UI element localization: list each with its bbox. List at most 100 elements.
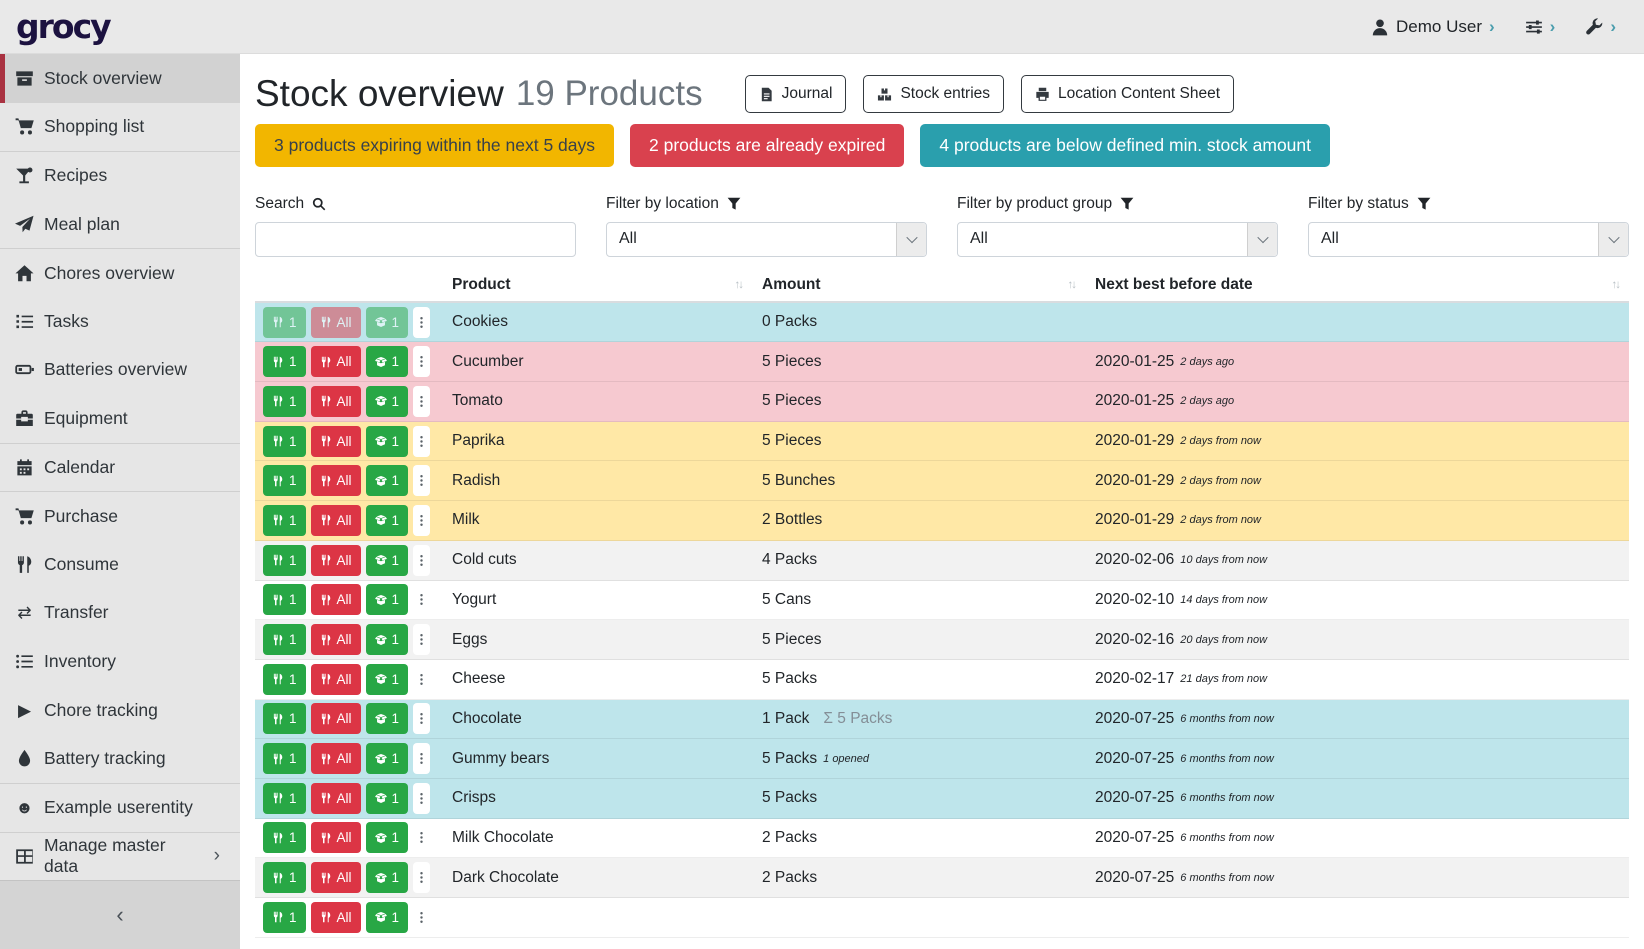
consume-all-button[interactable]: All (311, 505, 361, 536)
consume-all-button[interactable]: All (311, 624, 361, 655)
admin-menu[interactable]: › (1585, 17, 1616, 37)
sidebar-item-chores-overview[interactable]: Chores overview (0, 248, 240, 297)
consume-all-button[interactable]: All (311, 386, 361, 417)
sidebar-item-meal-plan[interactable]: Meal plan (0, 200, 240, 249)
consume-one-button[interactable]: 1 (263, 664, 306, 695)
banner-expired[interactable]: 2 products are already expired (630, 124, 904, 167)
status-select[interactable]: All (1308, 222, 1629, 257)
consume-all-button[interactable]: All (311, 584, 361, 615)
open-one-button[interactable]: 1 (366, 902, 409, 933)
consume-one-button[interactable]: 1 (263, 902, 306, 933)
open-one-button[interactable]: 1 (366, 545, 409, 576)
row-menu-button[interactable] (413, 902, 430, 933)
consume-all-button[interactable]: All (311, 307, 361, 338)
column-amount[interactable]: Amount ↑↓ (752, 269, 1085, 301)
consume-all-button[interactable]: All (311, 465, 361, 496)
row-menu-button[interactable] (413, 862, 430, 893)
sidebar-item-consume[interactable]: Consume (0, 540, 240, 589)
sidebar-item-calendar[interactable]: Calendar (0, 443, 240, 492)
open-one-button[interactable]: 1 (366, 584, 409, 615)
column-next-best-before-date[interactable]: Next best before date ↑↓ (1085, 269, 1629, 301)
consume-one-button[interactable]: 1 (263, 862, 306, 893)
settings-menu[interactable]: › (1525, 17, 1556, 37)
open-one-button[interactable]: 1 (366, 703, 409, 734)
banner-below-min-stock[interactable]: 4 products are below defined min. stock … (920, 124, 1330, 167)
consume-one-button[interactable]: 1 (263, 346, 306, 377)
consume-one-button[interactable]: 1 (263, 465, 306, 496)
sidebar-item-chore-tracking[interactable]: ▶Chore tracking (0, 686, 240, 735)
sidebar-item-battery-tracking[interactable]: Battery tracking (0, 734, 240, 783)
consume-all-button[interactable]: All (311, 783, 361, 814)
sidebar-item-recipes[interactable]: Recipes (0, 151, 240, 200)
consume-one-button[interactable]: 1 (263, 426, 306, 457)
sidebar-item-example-userentity[interactable]: ☻Example userentity (0, 783, 240, 832)
sidebar-item-batteries-overview[interactable]: Batteries overview (0, 346, 240, 395)
row-menu-button[interactable] (413, 703, 430, 734)
consume-one-button[interactable]: 1 (263, 703, 306, 734)
consume-one-button[interactable]: 1 (263, 783, 306, 814)
product-group-select[interactable]: All (957, 222, 1278, 257)
consume-one-button[interactable]: 1 (263, 307, 306, 338)
consume-one-button[interactable]: 1 (263, 584, 306, 615)
row-menu-button[interactable] (413, 505, 430, 536)
sidebar-collapse-button[interactable]: ‹ (0, 880, 240, 949)
row-menu-button[interactable] (413, 465, 430, 496)
sidebar-item-equipment[interactable]: Equipment (0, 394, 240, 443)
row-menu-button[interactable] (413, 624, 430, 655)
row-menu-button[interactable] (413, 584, 430, 615)
consume-one-button[interactable]: 1 (263, 386, 306, 417)
open-one-button[interactable]: 1 (366, 862, 409, 893)
row-menu-button[interactable] (413, 743, 430, 774)
open-one-button[interactable]: 1 (366, 386, 409, 417)
location-content-sheet-button[interactable]: Location Content Sheet (1021, 75, 1234, 113)
open-one-button[interactable]: 1 (366, 465, 409, 496)
consume-one-button[interactable]: 1 (263, 822, 306, 853)
location-select[interactable]: All (606, 222, 927, 257)
sort-icon[interactable]: ↑↓ (1612, 279, 1620, 291)
sidebar-item-shopping-list[interactable]: Shopping list (0, 103, 240, 152)
open-one-button[interactable]: 1 (366, 822, 409, 853)
sidebar-item-manage-master-data[interactable]: Manage master data› (0, 832, 240, 881)
consume-one-button[interactable]: 1 (263, 624, 306, 655)
row-menu-button[interactable] (413, 822, 430, 853)
sort-icon[interactable]: ↑↓ (735, 279, 743, 291)
row-menu-button[interactable] (413, 307, 430, 338)
row-menu-button[interactable] (413, 545, 430, 576)
banner-expiring[interactable]: 3 products expiring within the next 5 da… (255, 124, 614, 167)
open-one-button[interactable]: 1 (366, 346, 409, 377)
row-menu-button[interactable] (413, 664, 430, 695)
open-one-button[interactable]: 1 (366, 505, 409, 536)
consume-one-button[interactable]: 1 (263, 545, 306, 576)
open-one-button[interactable]: 1 (366, 426, 409, 457)
row-menu-button[interactable] (413, 783, 430, 814)
stock-entries-button[interactable]: Stock entries (863, 75, 1004, 113)
consume-all-button[interactable]: All (311, 743, 361, 774)
sort-icon[interactable]: ↑↓ (1068, 279, 1076, 291)
open-one-button[interactable]: 1 (366, 743, 409, 774)
consume-all-button[interactable]: All (311, 545, 361, 576)
open-one-button[interactable]: 1 (366, 664, 409, 695)
consume-all-button[interactable]: All (311, 664, 361, 695)
consume-one-button[interactable]: 1 (263, 505, 306, 536)
open-one-button[interactable]: 1 (366, 624, 409, 655)
row-menu-button[interactable] (413, 346, 430, 377)
sidebar-item-stock-overview[interactable]: Stock overview (0, 54, 240, 103)
app-logo[interactable]: grocy (16, 7, 110, 46)
sidebar-item-transfer[interactable]: ⇄Transfer (0, 589, 240, 638)
consume-all-button[interactable]: All (311, 902, 361, 933)
row-menu-button[interactable] (413, 426, 430, 457)
row-menu-button[interactable] (413, 386, 430, 417)
column-product[interactable]: Product ↑↓ (442, 269, 752, 301)
consume-all-button[interactable]: All (311, 822, 361, 853)
consume-all-button[interactable]: All (311, 346, 361, 377)
sidebar-item-purchase[interactable]: Purchase (0, 491, 240, 540)
sidebar-item-tasks[interactable]: Tasks (0, 297, 240, 346)
search-input[interactable] (255, 222, 576, 257)
consume-all-button[interactable]: All (311, 426, 361, 457)
consume-one-button[interactable]: 1 (263, 743, 306, 774)
consume-all-button[interactable]: All (311, 862, 361, 893)
journal-button[interactable]: Journal (745, 75, 847, 113)
open-one-button[interactable]: 1 (366, 783, 409, 814)
open-one-button[interactable]: 1 (366, 307, 409, 338)
user-menu[interactable]: Demo User › (1371, 17, 1495, 37)
